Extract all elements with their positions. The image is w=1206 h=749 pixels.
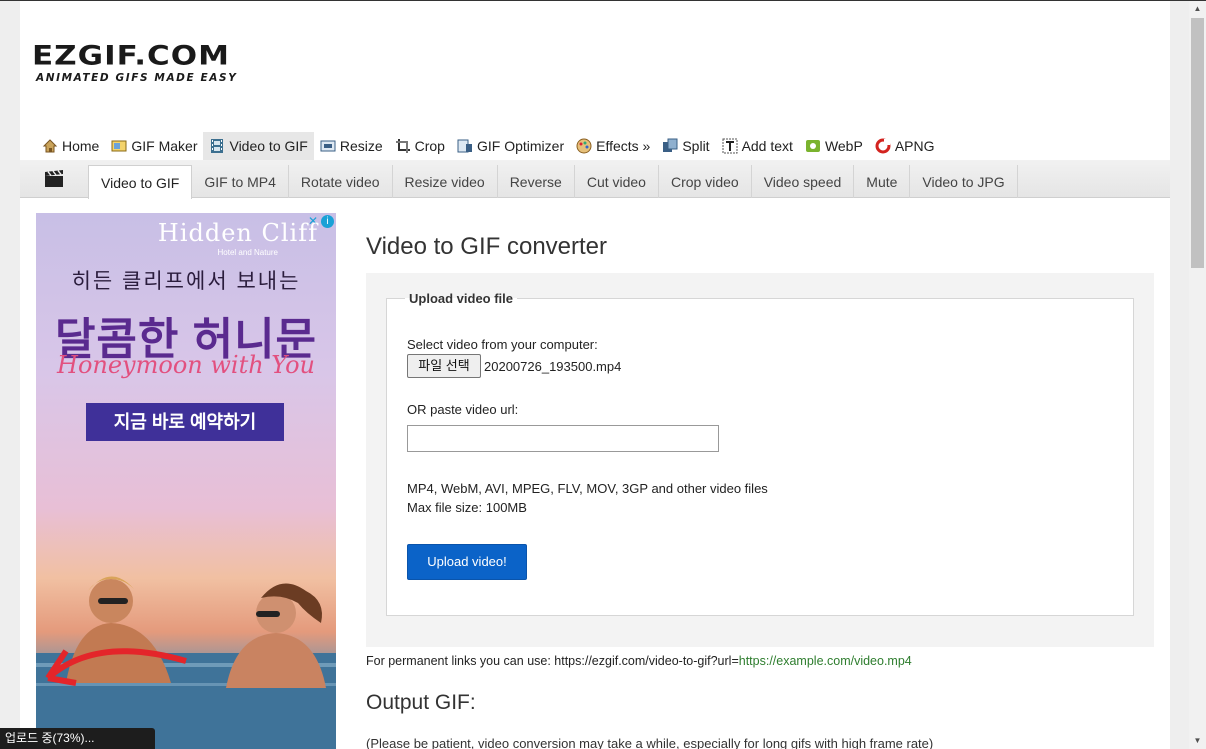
subtab-crop-video[interactable]: Crop video xyxy=(659,165,752,198)
nav-apng[interactable]: APNG xyxy=(869,132,941,160)
nav-resize-label: Resize xyxy=(339,138,383,154)
nav-webp[interactable]: WebP xyxy=(799,132,869,160)
supported-formats-text: MP4, WebM, AVI, MPEG, FLV, MOV, 3GP and … xyxy=(407,481,768,496)
subtab-mute[interactable]: Mute xyxy=(854,165,911,198)
ad-brand: Hidden Cliff xyxy=(157,219,318,247)
crop-icon xyxy=(395,139,410,153)
upload-legend: Upload video file xyxy=(409,291,514,306)
gif-maker-icon xyxy=(111,140,127,152)
nav-home[interactable]: Home xyxy=(36,132,105,160)
effects-icon xyxy=(576,138,592,154)
subtab-video-speed[interactable]: Video speed xyxy=(752,165,855,198)
subtab-cut-video[interactable]: Cut video xyxy=(575,165,659,198)
permlink-prefix: For permanent links you can use: https:/… xyxy=(366,654,739,668)
advertisement-banner[interactable]: i ✕ Hidden Cliff Hotel and Nature 히든 클리프… xyxy=(36,213,336,749)
webp-icon xyxy=(805,140,820,152)
nav-gif-maker-label: GIF Maker xyxy=(131,138,198,154)
main-nav: Home GIF Maker Video to GIF Resize Crop … xyxy=(36,132,941,160)
nav-video-to-gif-label: Video to GIF xyxy=(229,138,308,154)
subtab-rotate-video[interactable]: Rotate video xyxy=(289,165,393,198)
film-icon xyxy=(211,139,224,153)
ad-script-text: Honeymoon with You xyxy=(57,351,315,379)
ezgif-logo[interactable]: EZGIF.COM ANIMATED GIFS MADE EASY xyxy=(32,43,264,89)
subtab-video-to-jpg[interactable]: Video to JPG xyxy=(910,165,1018,198)
nav-apng-label: APNG xyxy=(894,138,935,154)
apng-icon xyxy=(875,138,891,154)
select-video-label: Select video from your computer: xyxy=(407,337,598,352)
page-title: Video to GIF converter xyxy=(366,233,608,260)
nav-effects-label: Effects » xyxy=(596,138,651,154)
ad-couple-photo xyxy=(36,576,336,749)
patience-note: (Please be patient, video conversion may… xyxy=(366,736,934,749)
home-icon xyxy=(42,139,58,153)
nav-webp-label: WebP xyxy=(824,138,863,154)
nav-split[interactable]: Split xyxy=(656,132,715,160)
clapperboard-icon xyxy=(20,160,88,197)
subtab-reverse[interactable]: Reverse xyxy=(498,165,575,198)
scroll-down-arrow-icon[interactable]: ▼ xyxy=(1189,733,1206,749)
add-text-icon xyxy=(722,138,738,154)
nav-effects[interactable]: Effects » xyxy=(570,132,656,160)
page-scrollbar[interactable]: ▲ ▼ xyxy=(1189,1,1206,749)
nav-crop[interactable]: Crop xyxy=(389,132,451,160)
video-url-label: OR paste video url: xyxy=(407,402,519,417)
optimizer-icon xyxy=(457,139,472,153)
subtab-video-to-gif[interactable]: Video to GIF xyxy=(88,165,193,199)
scroll-up-arrow-icon[interactable]: ▲ xyxy=(1189,1,1206,17)
split-icon xyxy=(663,138,678,152)
ad-headline: 히든 클리프에서 보내는 xyxy=(71,270,301,293)
output-gif-heading: Output GIF: xyxy=(366,691,476,714)
subtab-gif-to-mp4[interactable]: GIF to MP4 xyxy=(192,165,289,198)
upload-panel: Upload video file Select video from your… xyxy=(366,273,1154,647)
nav-gif-optimizer-label: GIF Optimizer xyxy=(476,138,565,154)
ad-cta-button[interactable]: 지금 바로 예약하기 xyxy=(86,403,284,441)
scrollbar-thumb[interactable] xyxy=(1191,18,1204,268)
nav-gif-maker[interactable]: GIF Maker xyxy=(105,132,203,160)
resize-icon xyxy=(320,140,336,152)
nav-gif-optimizer[interactable]: GIF Optimizer xyxy=(451,132,570,160)
nav-home-label: Home xyxy=(62,138,100,154)
upload-status-bar: 업로드 중(73%)... xyxy=(0,728,155,749)
subtab-resize-video[interactable]: Resize video xyxy=(393,165,498,198)
choose-file-button[interactable]: 파일 선택 xyxy=(407,354,481,378)
upload-fieldset: Upload video file Select video from your… xyxy=(386,291,1134,616)
max-file-size-text: Max file size: 100MB xyxy=(407,500,527,515)
nav-resize[interactable]: Resize xyxy=(314,132,389,160)
permlink-example-url: https://example.com/video.mp4 xyxy=(738,654,912,668)
nav-crop-label: Crop xyxy=(414,138,445,154)
logo-tagline: ANIMATED GIFS MADE EASY xyxy=(36,72,238,84)
nav-add-text-label: Add text xyxy=(741,138,793,154)
video-url-input[interactable] xyxy=(407,425,719,452)
logo-text: EZGIF.COM xyxy=(32,40,230,72)
page-content: EZGIF.COM ANIMATED GIFS MADE EASY Home G… xyxy=(20,1,1170,749)
permanent-link-note: For permanent links you can use: https:/… xyxy=(366,654,912,668)
nav-add-text[interactable]: Add text xyxy=(716,132,799,160)
ad-brand-subtitle: Hotel and Nature xyxy=(217,248,278,257)
upload-video-button[interactable]: Upload video! xyxy=(407,544,527,580)
selected-file-name: 20200726_193500.mp4 xyxy=(484,359,622,374)
video-tools-subnav: Video to GIF GIF to MP4 Rotate video Res… xyxy=(20,160,1170,199)
nav-split-label: Split xyxy=(682,138,710,154)
nav-video-to-gif[interactable]: Video to GIF xyxy=(203,132,314,160)
